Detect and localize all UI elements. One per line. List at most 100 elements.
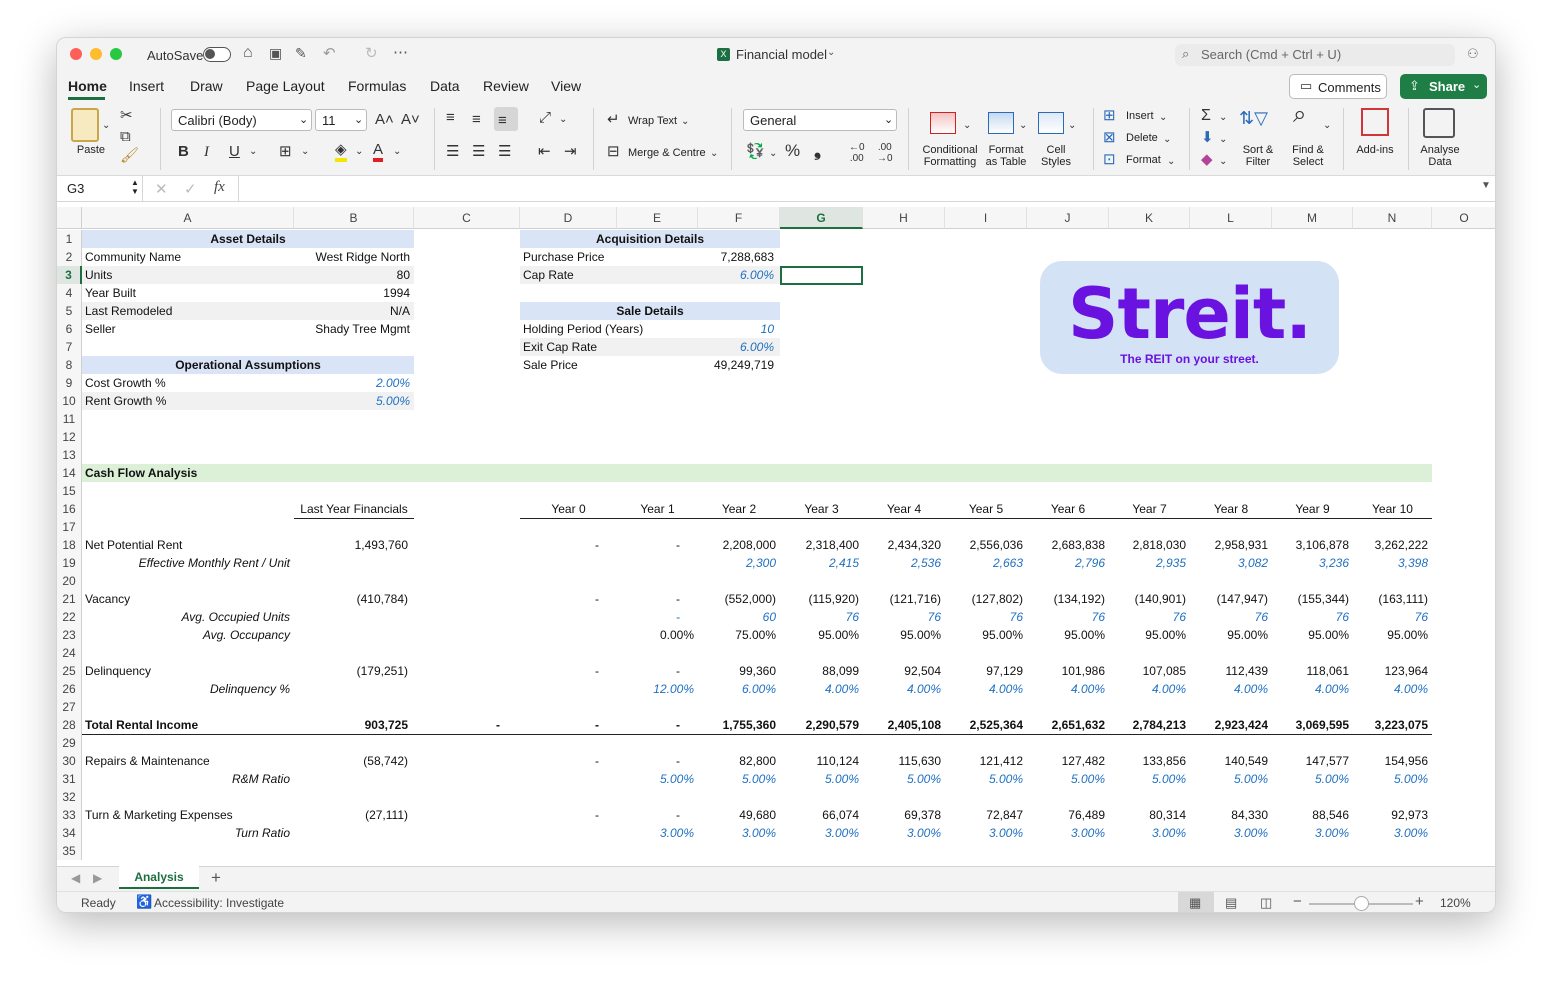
year-value[interactable]: 97,129 (945, 662, 1023, 680)
chevron-down-icon[interactable]: ⌄ (1167, 154, 1175, 170)
year-value[interactable]: 5.00% (698, 770, 776, 788)
column-header-l[interactable]: L (1190, 207, 1272, 229)
year-value[interactable]: - (617, 752, 680, 770)
year-value[interactable] (520, 626, 613, 644)
add-ins-icon[interactable] (1361, 108, 1389, 136)
format-painter-icon[interactable]: 🖌 (120, 148, 139, 164)
cashflow-sublabel[interactable]: Turn Ratio (82, 824, 290, 842)
asset-label[interactable]: Seller (85, 320, 116, 338)
clear-icon[interactable]: ◆ (1201, 152, 1213, 168)
year-value[interactable]: 5.00% (780, 770, 859, 788)
year-value[interactable]: 88,546 (1272, 806, 1349, 824)
sale-label[interactable]: Holding Period (Years) (523, 320, 643, 338)
decrease-decimal-icon[interactable]: .00 →0 (877, 142, 893, 164)
decrease-indent-icon[interactable]: ⇤ (538, 144, 551, 160)
autosave-toggle[interactable] (203, 47, 231, 62)
cell-styles-icon[interactable] (1038, 112, 1064, 134)
asset-value[interactable]: West Ridge North (294, 248, 410, 266)
year-value[interactable]: (127,802) (945, 590, 1023, 608)
year-value[interactable]: 4.00% (945, 680, 1023, 698)
chevron-down-icon[interactable]: ⌄ (249, 144, 257, 160)
column-header-b[interactable]: B (294, 207, 414, 229)
year-value[interactable]: 95.00% (1190, 626, 1268, 644)
row-header-7[interactable]: 7 (57, 338, 82, 356)
row-header-10[interactable]: 10 (57, 392, 82, 410)
column-header-h[interactable]: H (863, 207, 945, 229)
column-header-c[interactable]: C (414, 207, 520, 229)
year-value[interactable]: 2,405,108 (863, 716, 941, 734)
document-title[interactable]: Financial model (736, 47, 827, 62)
row-header-25[interactable]: 25 (57, 662, 82, 680)
year-value[interactable]: 88,099 (780, 662, 859, 680)
chevron-down-icon[interactable]: ⌄ (769, 146, 777, 162)
add-sheet-icon[interactable]: + (211, 868, 221, 888)
chevron-down-icon[interactable]: ⌄ (393, 144, 401, 160)
year-value[interactable]: 12.00% (617, 680, 694, 698)
year-value[interactable]: 75.00% (698, 626, 776, 644)
insert-cells-button[interactable]: Insert (1126, 110, 1154, 122)
year-value[interactable]: 140,549 (1190, 752, 1268, 770)
column-c-value[interactable] (414, 680, 500, 698)
save-icon[interactable]: ▣ (269, 45, 282, 62)
year-value[interactable]: 3,398 (1353, 554, 1428, 572)
year-value[interactable]: 3,069,595 (1272, 716, 1349, 734)
year-value[interactable]: 4.00% (780, 680, 859, 698)
decrease-font-icon[interactable]: A˅ (401, 112, 420, 128)
row-header-24[interactable]: 24 (57, 644, 82, 662)
year-value[interactable]: 107,085 (1109, 662, 1186, 680)
last-year-value[interactable] (294, 608, 408, 626)
year-value[interactable]: 3.00% (780, 824, 859, 842)
ops-value[interactable]: 5.00% (294, 392, 410, 410)
year-value[interactable]: - (617, 590, 680, 608)
year-value[interactable]: - (617, 536, 680, 554)
last-year-value[interactable]: (410,784) (294, 590, 408, 608)
format-cells-icon[interactable]: ⊡ (1103, 152, 1116, 168)
chevron-down-icon[interactable]: ⌄ (1159, 110, 1167, 126)
align-left-icon[interactable]: ☰ (446, 144, 459, 160)
autosum-icon[interactable]: Σ (1201, 108, 1211, 124)
year-value[interactable]: 0.00% (617, 626, 694, 644)
cashflow-sublabel[interactable]: R&M Ratio (82, 770, 290, 788)
year-value[interactable]: 95.00% (1353, 626, 1428, 644)
column-header-i[interactable]: I (945, 207, 1027, 229)
row-header-30[interactable]: 30 (57, 752, 82, 770)
delete-cells-icon[interactable]: ⊠ (1103, 130, 1116, 146)
year-value[interactable]: 95.00% (863, 626, 941, 644)
minimize-window-button[interactable] (90, 48, 102, 60)
align-bottom-button[interactable]: ≡ (494, 107, 518, 131)
year-value[interactable]: 69,378 (863, 806, 941, 824)
row-header-27[interactable]: 27 (57, 698, 82, 716)
column-c-value[interactable]: - (414, 716, 500, 734)
year-value[interactable]: 3.00% (1353, 824, 1428, 842)
year-value[interactable]: 115,630 (863, 752, 942, 770)
tab-page-layout[interactable]: Page Layout (246, 78, 325, 94)
year-value[interactable]: 4.00% (1109, 680, 1186, 698)
copy-icon[interactable]: ⧉ (120, 129, 131, 145)
zoom-window-button[interactable] (110, 48, 122, 60)
year-value[interactable]: (121,716) (863, 590, 941, 608)
year-value[interactable]: - (617, 608, 680, 626)
row-header-22[interactable]: 22 (57, 608, 82, 626)
year-value[interactable]: 95.00% (1272, 626, 1349, 644)
last-year-value[interactable]: (27,111) (294, 806, 408, 824)
align-center-icon[interactable]: ☰ (472, 144, 485, 160)
year-value[interactable]: 3.00% (698, 824, 776, 842)
tab-data[interactable]: Data (430, 78, 460, 94)
enter-icon[interactable]: ✓ (184, 180, 197, 198)
year-value[interactable]: 112,439 (1190, 662, 1269, 680)
year-value[interactable]: 2,525,364 (945, 716, 1023, 734)
year-value[interactable]: - (520, 752, 599, 770)
orientation-icon[interactable]: ⤢ (539, 110, 551, 126)
year-value[interactable]: 4.00% (1190, 680, 1268, 698)
column-c-value[interactable] (414, 536, 500, 554)
column-c-value[interactable] (414, 626, 500, 644)
year-value[interactable]: 6.00% (698, 680, 776, 698)
year-value[interactable]: 2,318,400 (780, 536, 859, 554)
last-year-value[interactable] (294, 680, 408, 698)
row-header-9[interactable]: 9 (57, 374, 82, 392)
year-value[interactable]: 3,236 (1272, 554, 1349, 572)
expand-formula-icon[interactable]: ▼ (1481, 180, 1491, 191)
acq-value[interactable]: 7,288,683 (698, 248, 774, 266)
year-value[interactable]: 2,923,424 (1190, 716, 1268, 734)
underline-icon[interactable]: U (229, 144, 240, 160)
